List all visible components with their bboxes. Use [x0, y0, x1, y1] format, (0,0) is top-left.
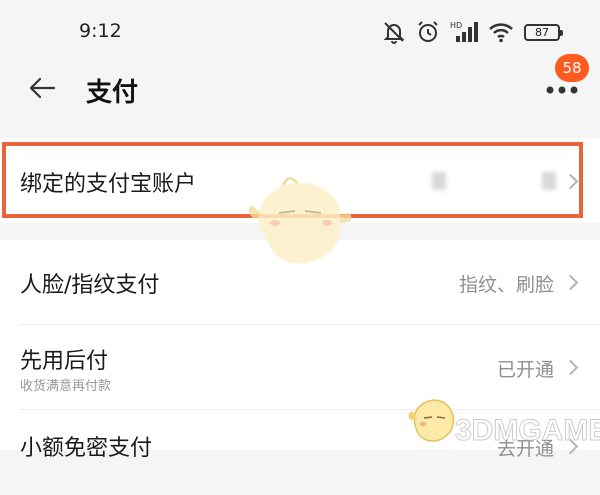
network-type-label: HD	[450, 21, 462, 30]
page-title: 支付	[86, 78, 139, 108]
page-header: 支付	[0, 62, 600, 117]
status-time: 9:12	[79, 20, 122, 42]
row-pay-later[interactable]: 先用后付 收货满意再付款 已开通	[0, 325, 600, 410]
notification-badge: 58	[555, 54, 589, 82]
row-label: 绑定的支付宝账户	[20, 172, 197, 197]
chevron-right-icon	[562, 173, 579, 190]
row-value: 指纹、刷脸	[458, 274, 554, 296]
status-icons: HD 87	[382, 17, 563, 47]
row-face-fingerprint[interactable]: 人脸/指纹支付 指纹、刷脸	[0, 240, 600, 325]
more-dots-icon[interactable]	[544, 84, 580, 96]
row-label: 人脸/指纹支付	[20, 273, 160, 298]
alarm-icon	[418, 21, 438, 42]
mute-bell-icon	[383, 22, 405, 44]
chevron-right-icon	[562, 274, 579, 291]
chevron-right-icon	[562, 359, 579, 376]
wifi-icon	[489, 23, 513, 43]
status-bar: 9:12 HD 87	[0, 0, 600, 62]
row-value: 已开通	[496, 359, 554, 381]
row-alipay-account[interactable]: 绑定的支付宝账户	[0, 138, 600, 223]
row-subtitle: 收货满意再付款	[20, 379, 112, 394]
battery-level: 87	[535, 25, 549, 39]
arrow-left-icon[interactable]	[28, 76, 56, 100]
signal-icon: HD	[450, 21, 478, 42]
redacted-value	[432, 172, 446, 190]
row-label: 先用后付	[20, 349, 109, 374]
redacted-value	[542, 172, 556, 190]
battery-icon: 87	[524, 23, 563, 41]
watermark-text: 3DMGAME	[454, 414, 600, 448]
alipay-card: 绑定的支付宝账户	[0, 138, 600, 223]
row-label: 小额免密支付	[20, 436, 153, 461]
